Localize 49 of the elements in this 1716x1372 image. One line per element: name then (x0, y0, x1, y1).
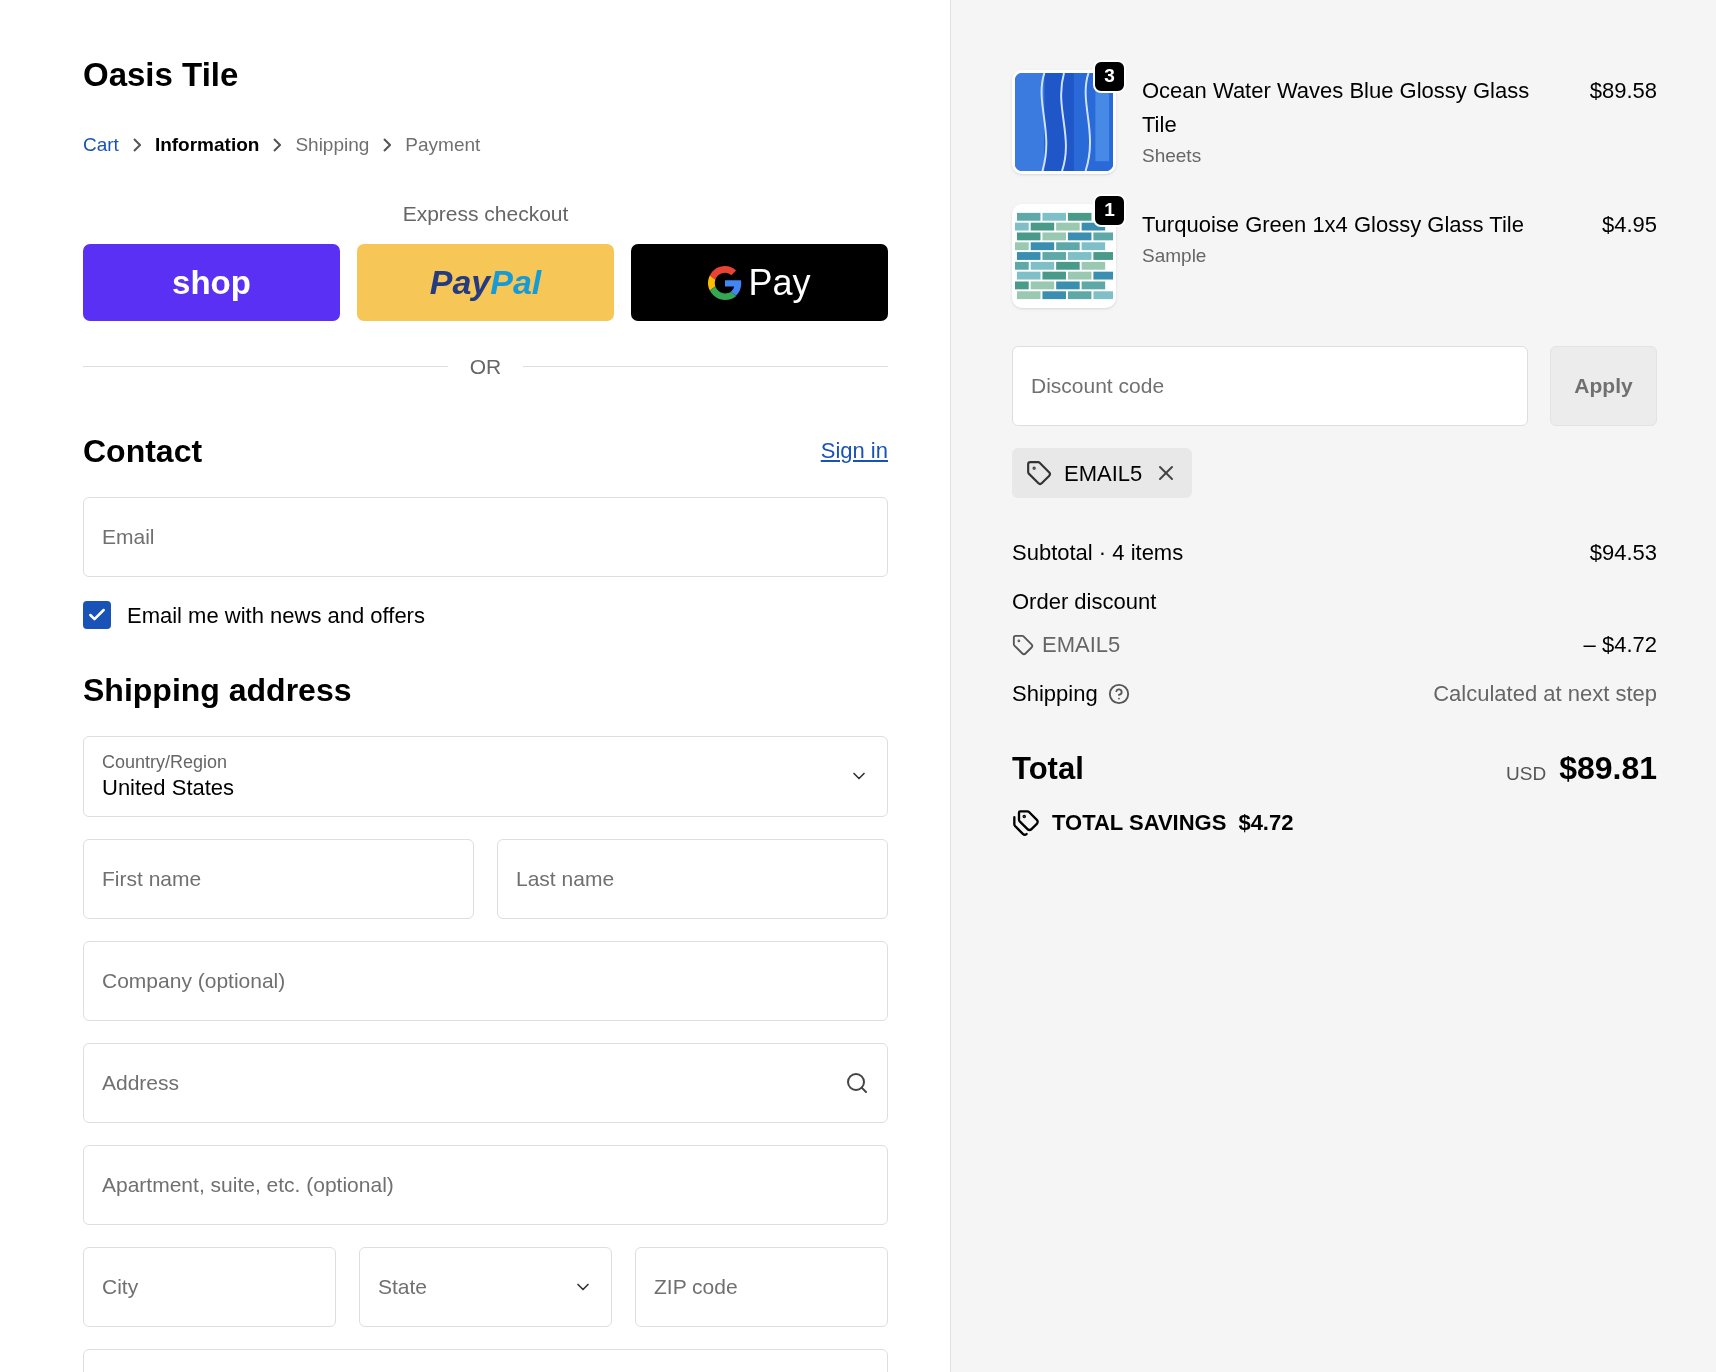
order-discount-label: Order discount (1012, 588, 1158, 616)
store-name: Oasis Tile (83, 58, 240, 91)
quantity-badge: 3 (1093, 60, 1126, 93)
total-label: Total (1012, 749, 1084, 788)
product-title: Turquoise Green 1x4 Glossy Glass Tile (1142, 211, 1525, 239)
breadcrumb-item[interactable]: Cart (83, 131, 119, 160)
breadcrumb-item: Payment (405, 133, 481, 157)
discount-code-field[interactable]: Discount code (1012, 346, 1528, 426)
discount-chip-code: EMAIL5 (1064, 459, 1143, 488)
subtotal-label: Subtotal · 4 items (1012, 539, 1184, 567)
total-savings-label: TOTAL SAVINGS (1052, 809, 1227, 837)
input-field[interactable]: City (83, 1246, 336, 1327)
total-value: $89.81 (1559, 749, 1657, 788)
shop-pay-button[interactable]: shop (83, 244, 340, 321)
discount-code: EMAIL5 (1042, 631, 1121, 659)
total-savings-value: $4.72 (1238, 809, 1294, 837)
subtotal-value: $94.53 (1589, 539, 1657, 567)
newsletter-label: Email me with news and offers (127, 601, 425, 630)
express-checkout-title: Express checkout (401, 200, 570, 227)
product-title: Ocean Water Waves Blue Glossy Glass Tile (1142, 77, 1531, 139)
or-divider-label: OR (469, 354, 502, 380)
country-value: United States (102, 773, 235, 801)
address-field[interactable]: Address (83, 1042, 888, 1123)
product-price: $4.95 (1601, 211, 1657, 239)
product-price: $89.58 (1589, 77, 1657, 105)
input-field[interactable]: Company (optional) (83, 940, 888, 1021)
email-field[interactable]: Email (83, 496, 888, 577)
state-select[interactable]: State (359, 1246, 612, 1327)
sign-in-link[interactable]: Sign in (820, 434, 888, 467)
shipping-label: Shipping (1012, 680, 1098, 708)
currency-code: USD (1506, 761, 1547, 786)
input-field[interactable]: ZIP code (635, 1246, 888, 1327)
breadcrumb-item: Shipping (295, 133, 370, 157)
quantity-badge: 1 (1093, 194, 1126, 227)
shipping-value: Calculated at next step (1433, 680, 1657, 708)
breadcrumb-item: Information (154, 133, 260, 157)
input-field[interactable]: Last name (497, 838, 888, 919)
input-field[interactable]: Apartment, suite, etc. (optional) (83, 1144, 888, 1225)
discount-value: – $4.72 (1583, 631, 1657, 659)
country-label: Country/Region (102, 751, 229, 774)
shipping-address-heading: Shipping address (83, 670, 353, 710)
paypal-button[interactable]: PayPal (357, 244, 614, 321)
product-variant: Sheets (1142, 144, 1203, 168)
country-select[interactable]: Country/Region United States (83, 735, 888, 817)
google-pay-button[interactable]: Pay (631, 244, 888, 321)
product-variant: Sample (1142, 244, 1208, 268)
contact-heading: Contact (83, 431, 203, 471)
input-field[interactable]: First name (83, 838, 474, 919)
apply-button[interactable]: Apply (1550, 346, 1657, 426)
